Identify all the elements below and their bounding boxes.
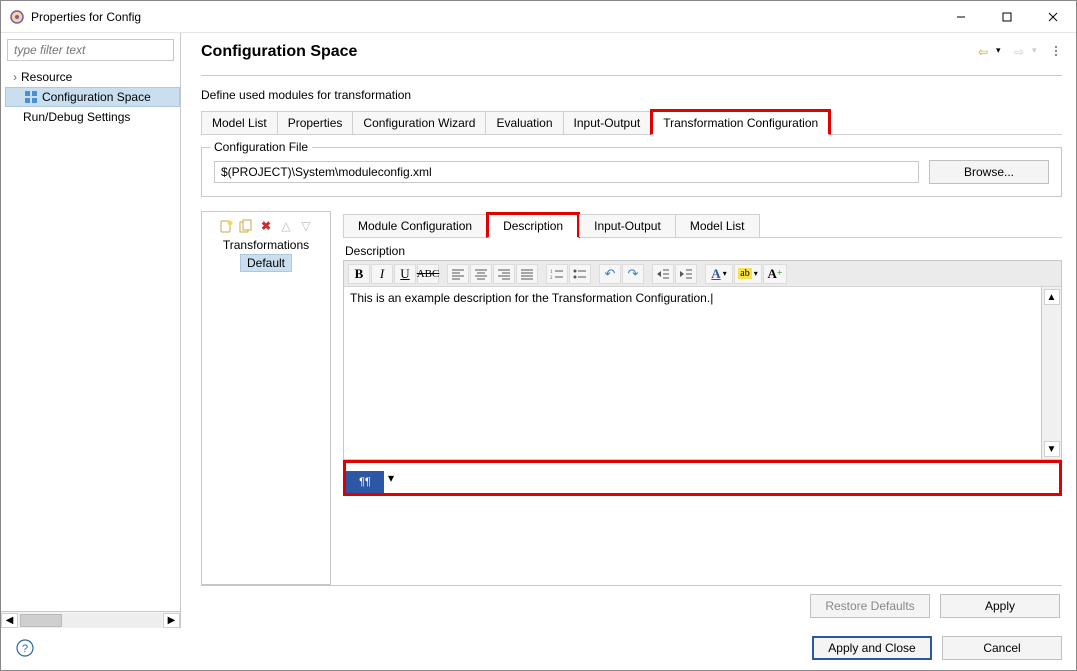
back-icon[interactable]: ⇦ [978,45,990,57]
grid-icon [24,90,38,104]
tree-toolbar: ✖ △ ▽ [218,218,314,234]
back-menu-icon[interactable]: ▾ [996,45,1008,57]
strike-icon[interactable]: ABC [417,264,439,284]
font-increase-icon[interactable]: A+ [763,264,787,284]
app-icon [9,9,25,25]
align-left-icon[interactable] [447,264,469,284]
svg-text:?: ? [22,643,28,655]
tab-description[interactable]: Description [486,212,580,238]
tab-config-wizard[interactable]: Configuration Wizard [352,111,486,134]
nav-hscrollbar[interactable]: ◀ ▶ [1,611,180,628]
minimize-button[interactable] [938,2,984,32]
paragraph-style-highlight: ¶¶ ▾ [343,460,1062,496]
browse-button[interactable]: Browse... [929,160,1049,184]
menu-icon[interactable] [1050,45,1062,57]
expand-icon[interactable]: › [9,70,21,84]
page-title: Configuration Space [201,43,357,61]
dialog-footer: ? Apply and Close Cancel [1,628,1076,670]
forward-icon: ⇨ [1014,45,1026,57]
italic-icon[interactable]: I [371,264,393,284]
svg-text:1: 1 [550,270,553,275]
inner-tabs: Module Configuration Description Input-O… [343,211,1062,238]
config-file-path-input[interactable] [214,161,919,183]
redo-icon[interactable]: ↷ [622,264,644,284]
scroll-thumb[interactable] [20,614,62,627]
nav-item-configuration-space[interactable]: Configuration Space [5,87,180,107]
config-file-legend: Configuration File [210,140,312,154]
apply-and-close-button[interactable]: Apply and Close [812,636,932,660]
scroll-track[interactable] [19,613,162,628]
paragraph-style-menu[interactable]: ¶¶ [346,471,384,493]
tree-item-default[interactable]: Default [240,254,292,272]
cancel-button[interactable]: Cancel [942,636,1062,660]
rich-text-editor: B I U ABC 12 [343,260,1062,460]
align-right-icon[interactable] [493,264,515,284]
bg-color-icon[interactable]: ab▾ [734,264,762,284]
down-icon[interactable]: ▽ [298,218,314,234]
underline-icon[interactable]: U [394,264,416,284]
up-icon[interactable]: △ [278,218,294,234]
scroll-left-icon[interactable]: ◀ [1,613,18,628]
nav-item-run-debug[interactable]: Run/Debug Settings [5,107,180,127]
nav-item-resource[interactable]: › Resource [5,67,180,87]
tab-evaluation[interactable]: Evaluation [485,111,563,134]
tab-inner-io[interactable]: Input-Output [579,214,676,237]
nav-sidebar: › Resource Configuration Space Run/Debug… [1,33,181,628]
nav-label: Resource [21,70,72,84]
outdent-icon[interactable] [652,264,674,284]
undo-icon[interactable]: ↶ [599,264,621,284]
rte-vscrollbar[interactable]: ▲ ▼ [1041,287,1061,459]
tab-module-config[interactable]: Module Configuration [343,214,487,237]
nav-label: Run/Debug Settings [23,110,130,124]
page-description: Define used modules for transformation [201,88,1062,102]
config-file-group: Configuration File Browse... [201,147,1062,197]
scroll-right-icon[interactable]: ▶ [163,613,180,628]
page-button-bar: Restore Defaults Apply [201,585,1062,624]
restore-defaults-button[interactable]: Restore Defaults [810,594,930,618]
new-icon[interactable] [218,218,234,234]
bold-icon[interactable]: B [348,264,370,284]
titlebar: Properties for Config [1,1,1076,33]
copy-icon[interactable] [238,218,254,234]
text-color-icon[interactable]: A▾ [705,264,733,284]
rte-content[interactable]: This is an example description for the T… [344,287,1041,459]
nav-tree: › Resource Configuration Space Run/Debug… [1,65,180,611]
help-icon[interactable]: ? [15,638,35,658]
list-unordered-icon[interactable] [569,264,591,284]
align-justify-icon[interactable] [516,264,538,284]
align-center-icon[interactable] [470,264,492,284]
rte-toolbar: B I U ABC 12 [344,261,1061,287]
header-nav-icons: ⇦ ▾ ⇨ ▾ [978,45,1062,57]
apply-button[interactable]: Apply [940,594,1060,618]
properties-dialog: Properties for Config › Resource [0,0,1077,671]
outer-tabs: Model List Properties Configuration Wiza… [201,108,1062,135]
scroll-up-icon[interactable]: ▲ [1044,289,1060,305]
filter-input[interactable] [7,39,174,61]
chevron-down-icon[interactable]: ▾ [384,471,398,485]
delete-icon[interactable]: ✖ [258,218,274,234]
indent-icon[interactable] [675,264,697,284]
list-ordered-icon[interactable]: 12 [546,264,568,284]
tab-transformation-configuration[interactable]: Transformation Configuration [650,109,831,135]
svg-text:2: 2 [550,276,553,280]
scroll-down-icon[interactable]: ▼ [1044,441,1060,457]
window-title: Properties for Config [31,10,141,24]
nav-label: Configuration Space [42,90,151,104]
description-label: Description [345,244,1062,258]
forward-menu-icon: ▾ [1032,45,1044,57]
transformations-tree: ✖ △ ▽ Transformations Default [201,211,331,585]
tab-model-list[interactable]: Model List [201,111,278,134]
tab-input-output[interactable]: Input-Output [563,111,652,134]
close-button[interactable] [1030,2,1076,32]
tab-inner-model-list[interactable]: Model List [675,214,760,237]
tree-root-label[interactable]: Transformations [206,238,326,252]
maximize-button[interactable] [984,2,1030,32]
tab-properties[interactable]: Properties [277,111,354,134]
